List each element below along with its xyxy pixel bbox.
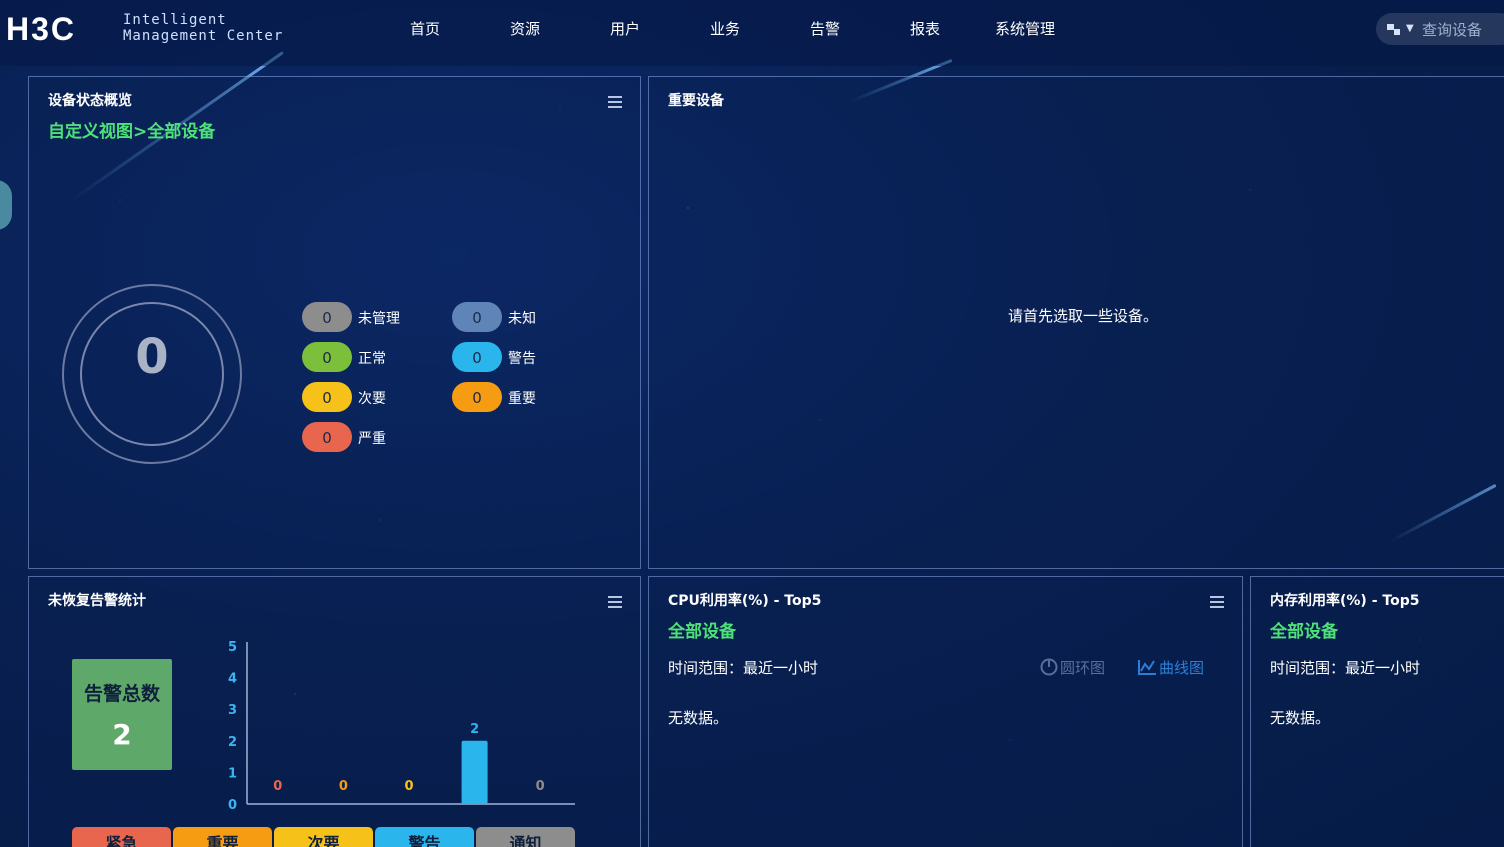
alarm-tab-info[interactable]: 通知 (476, 827, 575, 847)
svg-text:H3C: H3C (6, 12, 76, 44)
panel-title: 未恢复告警统计 (48, 593, 146, 609)
bar-value-label: 0 (339, 779, 348, 794)
status-label: 重要 (508, 391, 536, 407)
menu-icon[interactable] (1210, 596, 1224, 608)
y-tick-label: 2 (228, 735, 237, 750)
empty-message: 请首先选取一些设备。 (1007, 307, 1158, 325)
nav-item-resources[interactable]: 资源 (510, 18, 540, 39)
nav-item-alarms[interactable]: 告警 (810, 18, 840, 39)
alarm-statistics-panel: 未恢复告警统计 告警总数 2 0 1 2 3 4 5 0 0 0 2 0 紧急 重要 次要 警告 通知 (28, 576, 641, 847)
status-count-badge[interactable]: 0 (302, 342, 352, 372)
y-tick-label: 5 (228, 640, 237, 655)
important-devices-panel: 重要设备 请首先选取一些设备。 (648, 76, 1504, 569)
panel-title: 内存利用率(%) - Top5 (1270, 593, 1420, 609)
nav-item-system-management[interactable]: 系统管理 (995, 18, 1055, 39)
status-label: 次要 (358, 391, 386, 407)
status-count-badge[interactable]: 0 (302, 422, 352, 452)
alarm-tab-major[interactable]: 重要 (173, 827, 272, 847)
y-tick-label: 1 (228, 766, 237, 781)
y-tick-label: 4 (228, 672, 237, 687)
memory-utilization-panel: 内存利用率(%) - Top5 全部设备 时间范围：最近一小时 无数据。 (1250, 576, 1504, 847)
bar-3 (461, 740, 488, 804)
nav-item-reports[interactable]: 报表 (910, 18, 940, 39)
bar-value-label: 2 (470, 722, 479, 737)
ring-chart-toggle[interactable]: 圆环图 (1040, 657, 1105, 678)
alarm-total-value: 2 (112, 718, 132, 751)
ring-chart-icon (1040, 658, 1058, 676)
chevron-down-icon[interactable]: ▼ (1406, 23, 1414, 34)
status-label: 未知 (508, 311, 536, 327)
alarm-tab-critical[interactable]: 紧急 (72, 827, 171, 847)
alarm-tab-warning[interactable]: 警告 (375, 827, 474, 847)
status-label: 未管理 (358, 311, 400, 327)
logo-subtitle-line2: Management Center (123, 28, 284, 44)
bar-value-label: 0 (273, 779, 282, 794)
curve-chart-toggle[interactable]: 曲线图 (1137, 657, 1204, 678)
alarm-tab-minor[interactable]: 次要 (274, 827, 373, 847)
panel-title: 重要设备 (668, 93, 724, 109)
top-navigation-bar: H3C Intelligent Management Center 首页 资源 … (0, 0, 1504, 66)
status-label: 警告 (508, 351, 536, 367)
menu-icon[interactable] (608, 596, 622, 608)
device-search-input[interactable] (1420, 17, 1504, 43)
status-count-badge[interactable]: 0 (302, 382, 352, 412)
h3c-logo[interactable]: H3C (6, 12, 116, 44)
y-tick-label: 0 (228, 798, 237, 813)
status-count-badge[interactable]: 0 (452, 382, 502, 412)
total-device-count: 0 (135, 329, 169, 385)
time-range-label: 时间范围：最近一小时 (668, 659, 819, 677)
bar-value-label: 0 (404, 779, 413, 794)
logo-subtitle-line1: Intelligent (123, 12, 227, 28)
no-data-message: 无数据。 (668, 709, 729, 727)
status-label: 正常 (358, 351, 386, 367)
alarm-total-label: 告警总数 (83, 683, 160, 705)
side-expand-handle[interactable] (0, 180, 12, 230)
panel-title: 设备状态概览 (48, 93, 132, 109)
y-tick-label: 3 (228, 703, 237, 718)
nav-item-home[interactable]: 首页 (410, 18, 440, 39)
curve-chart-label: 曲线图 (1159, 659, 1205, 677)
nav-item-users[interactable]: 用户 (610, 18, 640, 39)
device-status-panel: 设备状态概览 自定义视图>全部设备 0 0 未管理 0 未知 0 正常 0 警告 0 次要 0 重要 0… (28, 76, 641, 569)
bar-value-label: 0 (536, 779, 545, 794)
status-count-badge[interactable]: 0 (302, 302, 352, 332)
status-label: 严重 (358, 431, 386, 447)
menu-icon[interactable] (608, 96, 622, 108)
alarm-bar-chart: 0 1 2 3 4 5 0 0 0 2 0 (228, 640, 575, 813)
ring-chart-label: 圆环图 (1060, 659, 1106, 677)
device-scope-link[interactable]: 全部设备 (1270, 617, 1338, 642)
time-range-label: 时间范围：最近一小时 (1270, 659, 1421, 677)
device-scope-link[interactable]: 全部设备 (668, 617, 736, 642)
line-chart-icon (1138, 660, 1156, 675)
alarm-total-card[interactable]: 告警总数 2 (72, 659, 172, 770)
device-type-icon[interactable] (1386, 21, 1402, 37)
panel-title: CPU利用率(%) - Top5 (668, 593, 822, 609)
cpu-utilization-panel: CPU利用率(%) - Top5 全部设备 时间范围：最近一小时 圆环图 曲线图… (648, 576, 1243, 847)
status-count-badge[interactable]: 0 (452, 342, 502, 372)
status-count-badge[interactable]: 0 (452, 302, 502, 332)
device-search-box: ▼ (1376, 13, 1504, 45)
nav-item-services[interactable]: 业务 (710, 18, 740, 39)
no-data-message: 无数据。 (1270, 709, 1331, 727)
view-breadcrumb[interactable]: 自定义视图>全部设备 (48, 117, 215, 142)
logo-subtitle: Intelligent Management Center (123, 12, 283, 44)
